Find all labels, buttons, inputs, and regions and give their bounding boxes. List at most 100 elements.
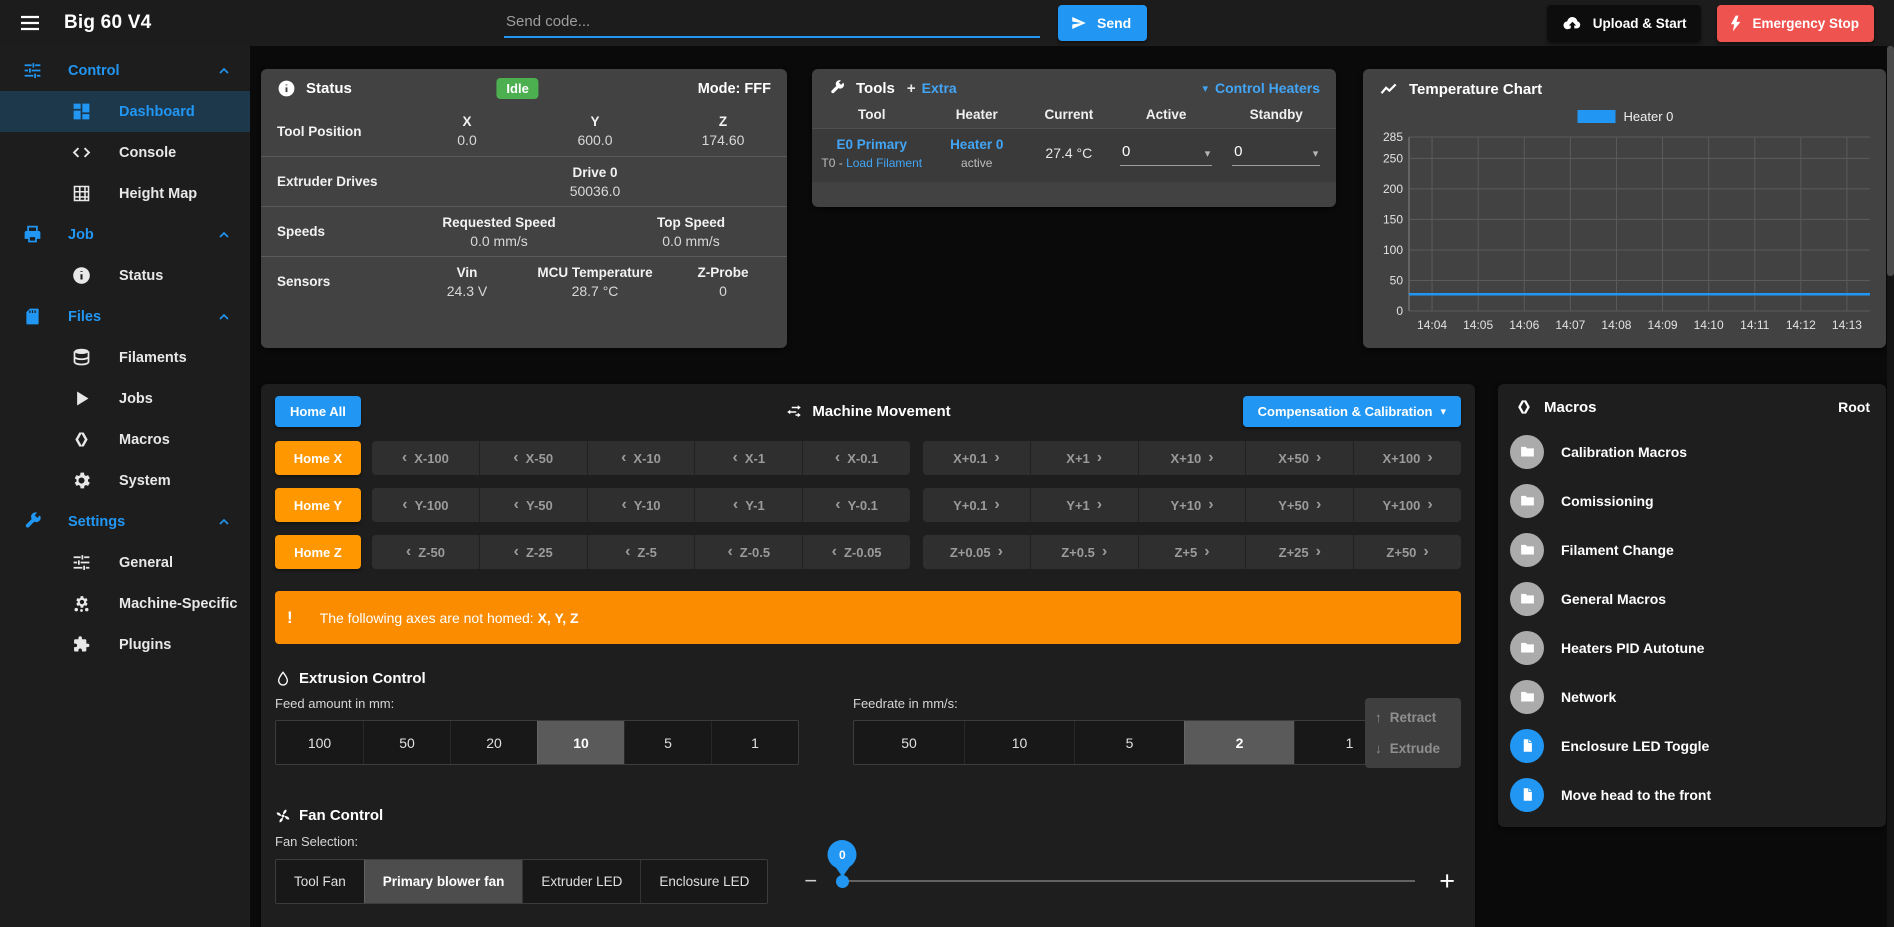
jog-x-minus-10[interactable]: ‹X-10 <box>587 441 695 475</box>
macro-item-comissioning[interactable]: Comissioning <box>1498 476 1886 525</box>
standby-temp-select[interactable]: 0 ▾ <box>1232 141 1320 166</box>
sidebar-item-plugins[interactable]: Plugins <box>0 624 250 665</box>
jog-x-minus-100[interactable]: ‹X-100 <box>372 441 479 475</box>
feedrate-5[interactable]: 5 <box>1074 721 1184 764</box>
home-z-button[interactable]: Home Z <box>275 535 361 569</box>
axis-y-value: 600.0 <box>531 132 659 148</box>
feed-amount-10[interactable]: 10 <box>537 721 624 764</box>
jog-y-minus-1[interactable]: ‹Y-1 <box>694 488 802 522</box>
feed-amount-1[interactable]: 1 <box>711 721 798 764</box>
jog-y-plus-100[interactable]: Y+100› <box>1353 488 1461 522</box>
send-button[interactable]: Send <box>1058 5 1147 41</box>
svg-text:200: 200 <box>1383 182 1403 196</box>
feedrate-50[interactable]: 50 <box>854 721 964 764</box>
macro-item-enclosure-led-toggle[interactable]: Enclosure LED Toggle <box>1498 721 1886 770</box>
jog-z-plus-50[interactable]: Z+50› <box>1353 535 1461 569</box>
feedrate-10[interactable]: 10 <box>964 721 1074 764</box>
macro-item-filament-change[interactable]: Filament Change <box>1498 525 1886 574</box>
slider-track[interactable]: 0 <box>837 880 1415 882</box>
sidebar-item-system[interactable]: System <box>0 460 250 501</box>
axis-x-header: X <box>403 114 531 129</box>
home-all-button[interactable]: Home All <box>275 396 361 427</box>
jog-x-plus-50[interactable]: X+50› <box>1245 441 1353 475</box>
jog-x-plus-0-1[interactable]: X+0.1› <box>923 441 1030 475</box>
jog-y-plus-50[interactable]: Y+50› <box>1245 488 1353 522</box>
load-filament-link[interactable]: Load Filament <box>846 156 922 170</box>
sidebar-item-height-map[interactable]: Height Map <box>0 173 250 214</box>
sidebar-item-machine-specific[interactable]: Machine-Specific <box>0 583 250 624</box>
jog-z-minus-25[interactable]: ‹Z-25 <box>479 535 587 569</box>
sidebar-item-jobs[interactable]: Jobs <box>0 378 250 419</box>
jog-z-plus-0-5[interactable]: Z+0.5› <box>1030 535 1138 569</box>
slider-thumb[interactable] <box>836 875 849 888</box>
extra-button[interactable]: + Extra <box>907 80 957 97</box>
page-scrollbar[interactable] <box>1887 46 1894 927</box>
jog-y-minus-100[interactable]: ‹Y-100 <box>372 488 479 522</box>
svg-text:100: 100 <box>1383 243 1403 257</box>
fan-option-primary-blower[interactable]: Primary blower fan <box>364 860 523 903</box>
jog-y-plus-10[interactable]: Y+10› <box>1138 488 1246 522</box>
jog-z-minus-0-5[interactable]: ‹Z-0.5 <box>694 535 802 569</box>
jog-x-plus-10[interactable]: X+10› <box>1138 441 1246 475</box>
control-heaters-button[interactable]: ▾ Control Heaters <box>1202 80 1320 96</box>
sidebar-group-control[interactable]: Control <box>0 50 250 91</box>
sidebar-item-macros[interactable]: Macros <box>0 419 250 460</box>
emergency-stop-button[interactable]: Emergency Stop <box>1717 5 1874 42</box>
feed-amount-100[interactable]: 100 <box>276 721 363 764</box>
tool-name-link[interactable]: E0 Primary <box>818 137 926 152</box>
macro-item-heaters-pid-autotune[interactable]: Heaters PID Autotune <box>1498 623 1886 672</box>
sidebar-group-settings[interactable]: Settings <box>0 501 250 542</box>
jog-y-plus-1[interactable]: Y+1› <box>1030 488 1138 522</box>
jog-z-plus-25[interactable]: Z+25› <box>1245 535 1353 569</box>
jog-z-plus-5[interactable]: Z+5› <box>1138 535 1246 569</box>
sidebar-item-filaments[interactable]: Filaments <box>0 337 250 378</box>
tools-panel: Tools + Extra ▾ Control Heaters Tool Hea… <box>812 69 1336 207</box>
macro-item-general-macros[interactable]: General Macros <box>1498 574 1886 623</box>
jog-x-minus-50[interactable]: ‹X-50 <box>479 441 587 475</box>
menu-button[interactable] <box>16 9 44 37</box>
feed-amount-50[interactable]: 50 <box>363 721 450 764</box>
home-y-button[interactable]: Home Y <box>275 488 361 522</box>
macro-item-move-head-front[interactable]: Move head to the front <box>1498 770 1886 819</box>
sidebar-group-job[interactable]: Job <box>0 214 250 255</box>
jog-y-minus-0-1[interactable]: ‹Y-0.1 <box>802 488 910 522</box>
feed-amount-5[interactable]: 5 <box>624 721 711 764</box>
file-icon <box>1520 787 1535 802</box>
sidebar-item-dashboard[interactable]: Dashboard <box>0 91 250 132</box>
feed-amount-20[interactable]: 20 <box>450 721 537 764</box>
slider-decrease-button[interactable]: − <box>804 868 817 894</box>
jog-z-minus-0-05[interactable]: ‹Z-0.05 <box>802 535 910 569</box>
jog-x-plus-1[interactable]: X+1› <box>1030 441 1138 475</box>
retract-button[interactable]: ↑Retract <box>1375 710 1451 725</box>
chevron-left-icon: ‹ <box>402 450 407 466</box>
macro-item-calibration-macros[interactable]: Calibration Macros <box>1498 427 1886 476</box>
jog-z-plus-0-05[interactable]: Z+0.05› <box>923 535 1030 569</box>
jog-label: X-50 <box>526 451 553 466</box>
feedrate-2[interactable]: 2 <box>1184 721 1294 764</box>
scrollbar-thumb[interactable] <box>1887 46 1894 276</box>
jog-x-minus-1[interactable]: ‹X-1 <box>694 441 802 475</box>
sidebar-item-console[interactable]: Console <box>0 132 250 173</box>
sidebar-item-general[interactable]: General <box>0 542 250 583</box>
jog-y-minus-50[interactable]: ‹Y-50 <box>479 488 587 522</box>
jog-z-minus-50[interactable]: ‹Z-50 <box>372 535 479 569</box>
home-x-button[interactable]: Home X <box>275 441 361 475</box>
compensation-calibration-button[interactable]: Compensation & Calibration ▾ <box>1243 396 1461 427</box>
jog-z-minus-5[interactable]: ‹Z-5 <box>587 535 695 569</box>
fan-option-enclosure-led[interactable]: Enclosure LED <box>640 860 767 903</box>
slider-increase-button[interactable]: + <box>1439 866 1455 897</box>
active-temp-select[interactable]: 0 ▾ <box>1120 141 1212 166</box>
fan-option-tool-fan[interactable]: Tool Fan <box>276 860 364 903</box>
sidebar-item-status[interactable]: Status <box>0 255 250 296</box>
fan-option-extruder-led[interactable]: Extruder LED <box>522 860 640 903</box>
jog-y-minus-10[interactable]: ‹Y-10 <box>587 488 695 522</box>
sidebar-group-files[interactable]: Files <box>0 296 250 337</box>
macro-item-network[interactable]: Network <box>1498 672 1886 721</box>
extrude-button[interactable]: ↓Extrude <box>1375 741 1451 756</box>
jog-x-minus-0-1[interactable]: ‹X-0.1 <box>802 441 910 475</box>
jog-x-plus-100[interactable]: X+100› <box>1353 441 1461 475</box>
upload-start-button[interactable]: Upload & Start <box>1547 5 1702 42</box>
heater-link[interactable]: Heater 0 <box>926 137 1028 152</box>
jog-y-plus-0-1[interactable]: Y+0.1› <box>923 488 1030 522</box>
send-code-input[interactable] <box>504 9 1040 38</box>
